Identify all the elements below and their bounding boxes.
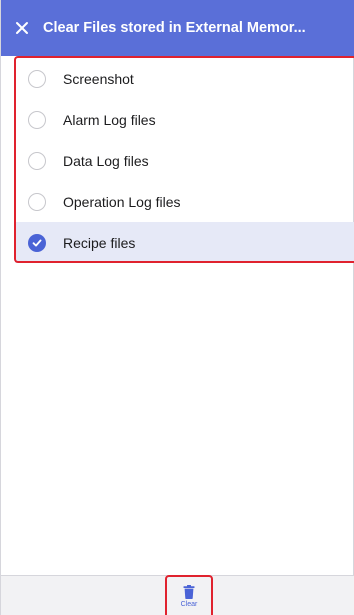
radio-unchecked-icon[interactable] (28, 110, 46, 129)
clear-button-label: Clear (180, 600, 198, 608)
list-item-screenshot[interactable]: Screenshot (15, 58, 354, 99)
list-item-recipe-files[interactable]: Recipe files (15, 222, 354, 263)
close-icon (16, 22, 28, 34)
header-bar: Clear Files stored in External Memor... (1, 0, 354, 56)
list-item-alarm-log-files[interactable]: Alarm Log files (15, 99, 354, 140)
list-item-label: Alarm Log files (63, 111, 156, 128)
trash-icon (183, 584, 195, 599)
list-item-operation-log-files[interactable]: Operation Log files (15, 181, 354, 222)
list-item-label: Operation Log files (63, 193, 181, 210)
radio-checked-icon[interactable] (28, 233, 46, 252)
checkmark-icon (32, 239, 42, 246)
list-item-label: Screenshot (63, 70, 134, 87)
app-window: Clear Files stored in External Memor... … (0, 0, 354, 615)
list-item-label: Data Log files (63, 152, 149, 169)
radio-unchecked-icon[interactable] (28, 192, 46, 211)
clear-button[interactable]: Clear (164, 576, 214, 615)
bottom-toolbar: Clear (1, 575, 354, 615)
radio-unchecked-icon[interactable] (28, 151, 46, 170)
list-item-data-log-files[interactable]: Data Log files (15, 140, 354, 181)
list-item-label: Recipe files (63, 234, 136, 251)
page-title: Clear Files stored in External Memor... (43, 20, 306, 36)
radio-unchecked-icon[interactable] (28, 69, 46, 88)
file-type-list: Screenshot Alarm Log files Data Log file… (15, 58, 354, 263)
close-button[interactable] (1, 0, 43, 56)
